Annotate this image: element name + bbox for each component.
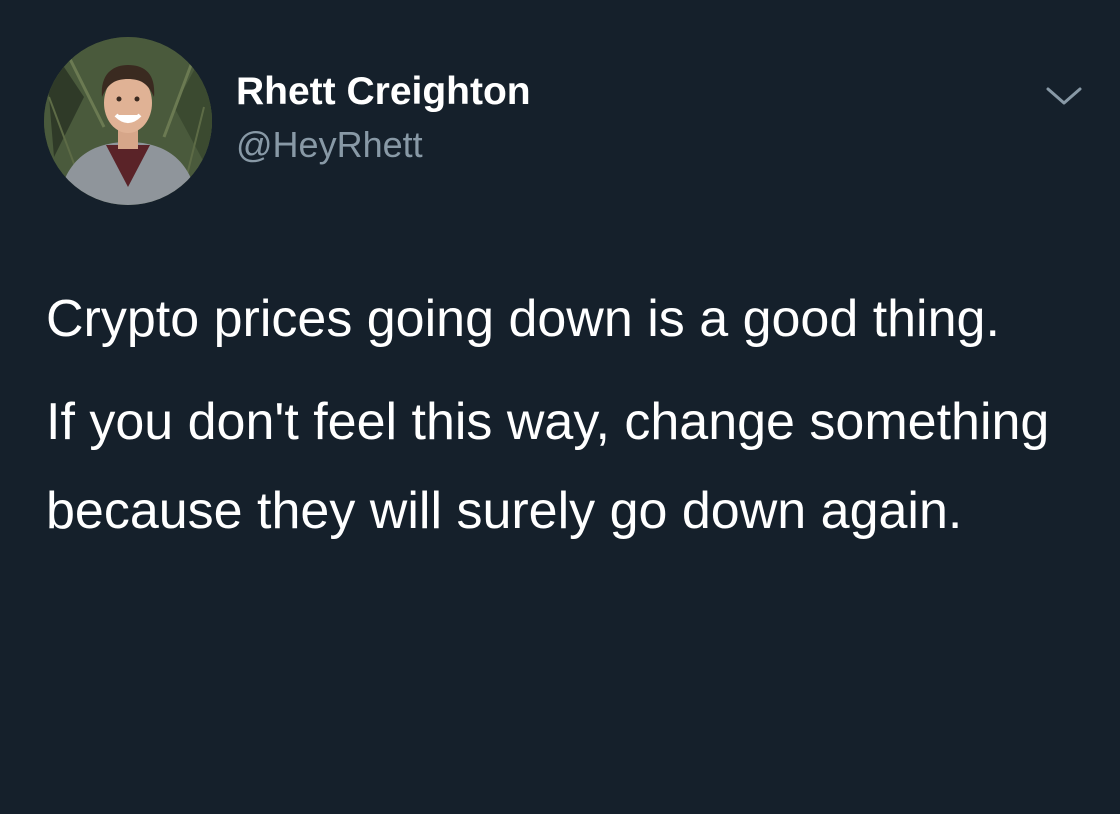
tweet-header: Rhett Creighton @HeyRhett [44,37,1084,207]
avatar[interactable] [44,37,212,205]
tweet-paragraph-2: If you don't feel this way, change somet… [46,393,1050,540]
tweet-card: Rhett Creighton @HeyRhett Crypto prices … [0,0,1120,814]
author-handle[interactable]: @HeyRhett [236,123,531,167]
author-display-name[interactable]: Rhett Creighton [236,69,531,115]
tweet-paragraph-1: Crypto prices going down is a good thing… [46,290,1000,348]
author-info: Rhett Creighton @HeyRhett [236,69,531,167]
tweet-body: Crypto prices going down is a good thing… [46,275,1086,556]
chevron-down-icon[interactable] [1044,83,1084,109]
